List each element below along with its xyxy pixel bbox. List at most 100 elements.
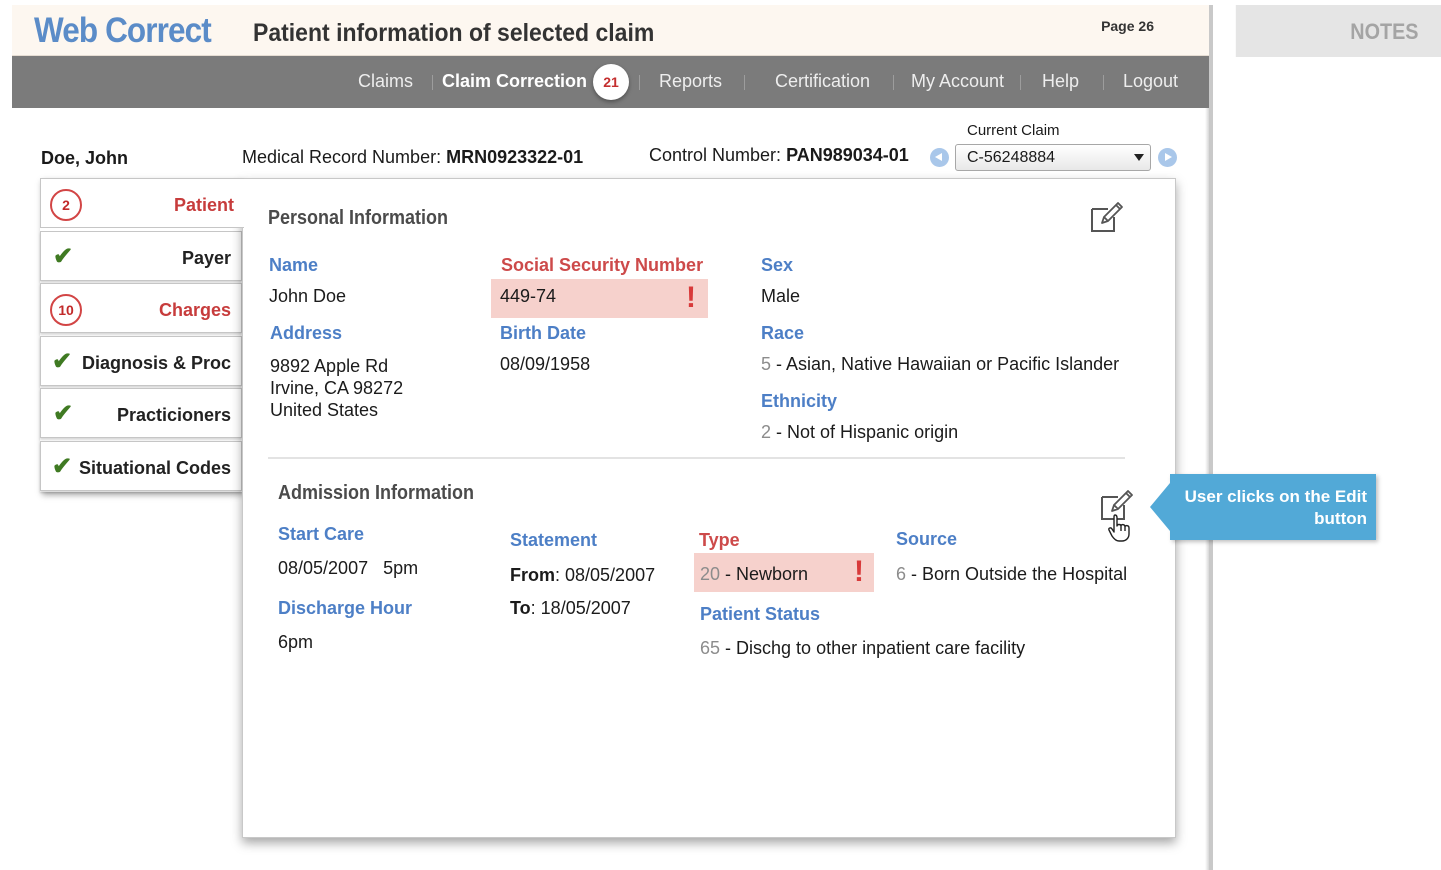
nav-help[interactable]: Help <box>1042 71 1079 92</box>
app-header: Web Correct Patient information of selec… <box>12 5 1209 56</box>
nav-logout[interactable]: Logout <box>1123 71 1178 92</box>
nav-separator <box>639 75 640 90</box>
start-care-date: 08/05/2007 <box>278 558 369 578</box>
medical-record-number: Medical Record Number: MRN0923322-01 <box>242 147 583 168</box>
type-code: 20 <box>700 564 721 584</box>
hand-pointer-icon <box>1108 514 1130 542</box>
claim-correction-count-badge: 21 <box>593 64 629 100</box>
patient-status-label: Patient Status <box>700 604 821 624</box>
tab-label: Payer <box>181 248 231 268</box>
ethnicity-code: 2 <box>761 422 772 442</box>
nav-separator <box>1020 75 1021 90</box>
main-nav: Claims Claim Correction 21 Reports Certi… <box>12 56 1209 108</box>
section-divider <box>268 457 1125 459</box>
statement-from: From: 08/05/2007 <box>510 565 656 585</box>
check-icon: ✔ <box>52 348 73 375</box>
tab-label: Patient <box>173 195 234 215</box>
tab-label: Practicioners <box>116 405 231 425</box>
patient-name: Doe, John <box>41 148 129 168</box>
nav-claims[interactable]: Claims <box>358 71 413 92</box>
to-value: 18/05/2007 <box>540 598 631 618</box>
source-text: Born Outside the Hospital <box>922 564 1128 584</box>
tab-payer[interactable]: ✔ Payer <box>40 231 242 281</box>
ssn-label: Social Security Number <box>501 255 704 275</box>
app-logo[interactable]: Web Correct <box>34 11 212 51</box>
current-claim-value: C-56248884 <box>967 149 1056 166</box>
patient-status-text: Dischg to other inpatient care facility <box>736 638 1026 658</box>
name-value: John Doe <box>269 286 347 306</box>
source-label: Source <box>896 529 958 549</box>
nav-my-account[interactable]: My Account <box>911 71 1004 92</box>
current-claim-select[interactable]: C-56248884 <box>955 144 1151 171</box>
app-root: Web Correct Patient information of selec… <box>0 0 1441 870</box>
tab-situational-codes[interactable]: ✔ Situational Codes <box>40 441 242 491</box>
next-claim-arrow-icon[interactable] <box>1158 148 1177 167</box>
source-value: 6 - Born Outside the Hospital <box>896 564 1128 584</box>
notes-title: NOTES <box>1235 5 1441 57</box>
race-text: Asian, Native Hawaiian or Pacific Island… <box>786 354 1120 374</box>
patient-info-panel: Personal Information Name John Doe Socia… <box>242 178 1176 838</box>
admission-info-title: Admission Information <box>278 482 475 504</box>
check-icon: ✔ <box>53 400 74 427</box>
control-number: Control Number: PAN989034-01 <box>649 145 909 166</box>
notes-panel: NOTES <box>1209 5 1441 870</box>
tab-charges[interactable]: 10 Charges <box>40 283 242 333</box>
birth-date-label: Birth Date <box>500 323 587 343</box>
discharge-hour-label: Discharge Hour <box>278 598 413 618</box>
page-title: Patient information of selected claim <box>253 19 655 47</box>
birth-date-value: 08/09/1958 <box>500 354 591 374</box>
control-label: Control Number: <box>649 145 782 165</box>
mrn-value: MRN0923322-01 <box>446 147 584 167</box>
check-icon: ✔ <box>52 453 73 480</box>
name-label: Name <box>269 255 319 275</box>
nav-reports[interactable]: Reports <box>659 71 722 92</box>
nav-separator <box>744 75 745 90</box>
error-count-badge: 10 <box>50 294 82 326</box>
patient-status-code: 65 <box>700 638 721 658</box>
tab-patient[interactable]: 2 Patient <box>40 178 244 228</box>
address-line-2: Irvine, CA 98272 <box>270 378 404 398</box>
discharge-hour-value: 6pm <box>278 632 314 652</box>
type-text: Newborn <box>736 564 809 584</box>
race-value: 5 - Asian, Native Hawaiian or Pacific Is… <box>761 354 1120 374</box>
nav-certification[interactable]: Certification <box>775 71 870 92</box>
source-code: 6 <box>896 564 907 584</box>
type-value: 20 - Newborn <box>700 564 809 584</box>
ssn-value: 449-74 <box>500 286 557 306</box>
error-count-badge: 2 <box>50 189 82 221</box>
race-label: Race <box>761 323 805 343</box>
personal-info-title: Personal Information <box>268 207 449 229</box>
claim-section-tabs: 2 Patient ✔ Payer 10 Charges ✔ Diagnosis… <box>40 178 244 492</box>
from-value: 08/05/2007 <box>565 565 656 585</box>
ethnicity-value: 2 - Not of Hispanic origin <box>761 422 959 442</box>
mrn-label: Medical Record Number: <box>242 147 442 167</box>
ethnicity-text: Not of Hispanic origin <box>787 422 959 442</box>
edit-icon[interactable] <box>1088 199 1124 235</box>
start-care-time: 5pm <box>383 558 419 578</box>
type-error-icon: ! <box>854 555 864 588</box>
sex-label: Sex <box>761 255 794 275</box>
tab-label: Charges <box>158 300 231 320</box>
to-label: To <box>510 598 531 618</box>
tab-label: Diagnosis & Proc <box>81 353 231 373</box>
current-claim-label: Current Claim <box>967 122 1060 139</box>
nav-claim-correction[interactable]: Claim Correction <box>442 71 587 92</box>
dropdown-caret-icon <box>1134 154 1144 161</box>
control-value: PAN989034-01 <box>786 145 909 165</box>
ssn-error-icon: ! <box>686 281 696 314</box>
statement-to: To: 18/05/2007 <box>510 598 631 618</box>
type-label: Type <box>699 530 740 550</box>
nav-separator <box>432 75 433 90</box>
page-number: Page 26 <box>1101 18 1154 34</box>
check-icon: ✔ <box>53 243 74 270</box>
nav-separator <box>1103 75 1104 90</box>
race-code: 5 <box>761 354 772 374</box>
start-care-label: Start Care <box>278 524 365 544</box>
tab-diagnosis-proc[interactable]: ✔ Diagnosis & Proc <box>40 336 242 386</box>
tab-practicioners[interactable]: ✔ Practicioners <box>40 388 242 438</box>
callout-line-2: button <box>1314 509 1367 528</box>
statement-label: Statement <box>510 530 598 550</box>
nav-separator <box>893 75 894 90</box>
tab-label: Situational Codes <box>78 458 231 478</box>
previous-claim-arrow-icon[interactable] <box>930 148 949 167</box>
